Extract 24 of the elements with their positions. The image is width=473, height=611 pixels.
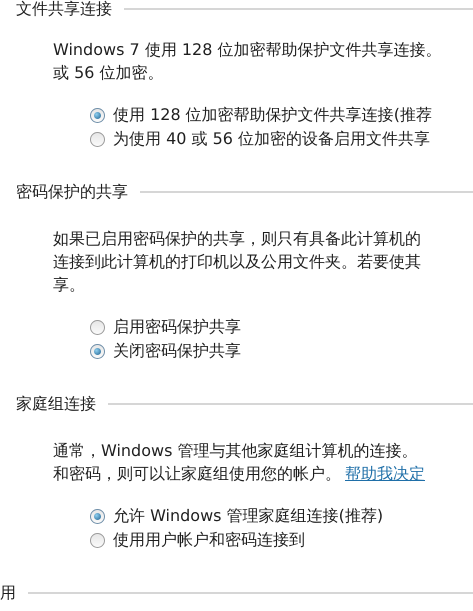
description-text: 享。: [53, 275, 85, 294]
radio-button[interactable]: [90, 108, 105, 122]
option-label[interactable]: 为使用 40 或 56 位加密的设备启用文件共享: [113, 128, 430, 150]
radio-button[interactable]: [90, 532, 105, 548]
description-text: Windows 7 使用 128 位加密帮助保护文件共享连接。: [53, 40, 442, 59]
radio-button[interactable]: [90, 320, 105, 334]
option-label[interactable]: 启用密码保护共享: [113, 316, 241, 338]
description-text: 或 56 位加密。: [53, 63, 164, 82]
option-label[interactable]: 关闭密码保护共享: [113, 340, 241, 362]
option-label[interactable]: 使用 128 位加密帮助保护文件共享连接(推荐: [113, 104, 432, 126]
section-title: 家庭组连接: [16, 393, 96, 415]
radio-button[interactable]: [90, 132, 105, 146]
section-title: 文件共享连接: [16, 0, 112, 20]
radio-button[interactable]: [90, 344, 105, 358]
description-text: 和密码，则可以让家庭组使用您的帐户。: [53, 464, 341, 483]
description-text: 连接到此计算机的打印机以及公用文件夹。若要使其: [53, 252, 421, 271]
section-title: 密码保护的共享: [16, 181, 128, 203]
section-title: 用: [0, 582, 16, 604]
description-text: 如果已启用密码保护的共享，则只有具备此计算机的: [53, 229, 421, 248]
help-link[interactable]: 帮助我决定: [345, 464, 425, 483]
radio-button[interactable]: [90, 508, 105, 524]
option-label[interactable]: 允许 Windows 管理家庭组连接(推荐): [113, 506, 384, 526]
option-label[interactable]: 使用用户帐户和密码连接到: [113, 530, 305, 550]
description-text: 通常，Windows 管理与其他家庭组计算机的连接。: [53, 441, 418, 460]
